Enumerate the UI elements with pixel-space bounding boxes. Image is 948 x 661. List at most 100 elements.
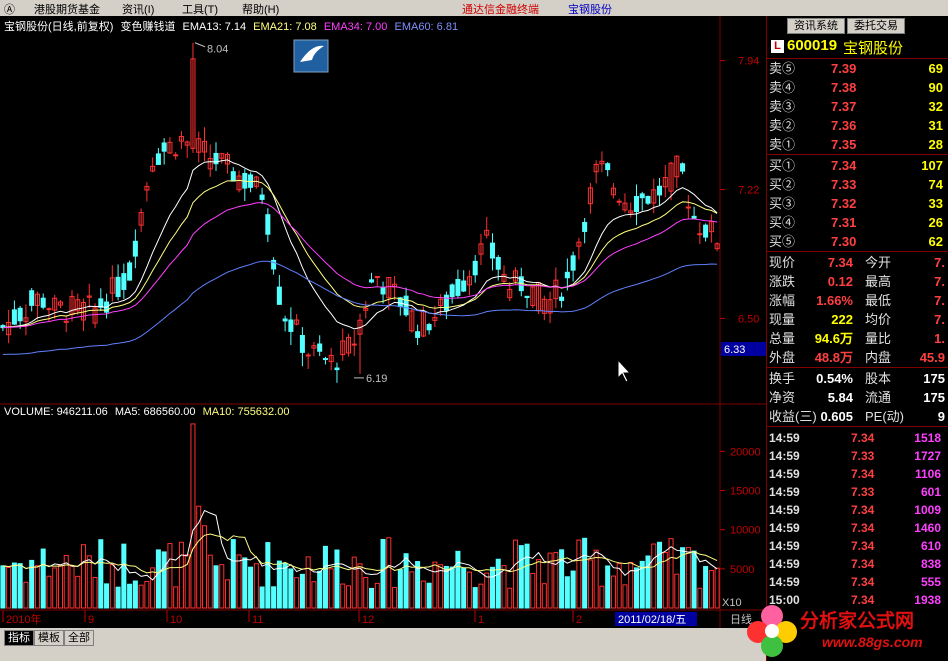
candle-body: [265, 214, 271, 235]
stat-row: 现价 7.34 今开 7.: [769, 255, 945, 270]
watermark-title: 分析家公式网: [800, 611, 915, 632]
volume-bar: [213, 565, 219, 609]
ema34-label: EMA34: 7.00: [323, 21, 388, 33]
volume-header: VOLUME: 946211.06 MA5: 686560.00 MA10: 7…: [4, 406, 293, 418]
candle-body: [380, 287, 386, 295]
candle-body: [697, 233, 703, 236]
tick-row: 14:59 7.34 1009: [769, 503, 941, 517]
volume-bar: [69, 565, 75, 609]
tab-template[interactable]: 模板: [34, 630, 64, 646]
flower-logo-icon: [747, 605, 797, 657]
ma10-label: MA10: 755632.00: [202, 406, 290, 418]
low-annotation: 6.19: [366, 373, 387, 385]
stat-row: 现量 222 均价 7.: [769, 312, 945, 327]
volume-bar: [317, 570, 323, 609]
menu-item-tools[interactable]: 工具(T): [182, 1, 218, 17]
volume-bar: [449, 566, 455, 609]
volume-bar: [23, 581, 29, 609]
volume-bar: [311, 581, 317, 609]
trade-button[interactable]: 委托交易: [847, 18, 905, 34]
tab-indicator[interactable]: 指标: [4, 630, 34, 646]
volume-bar: [507, 587, 513, 609]
bid-row: 买② 7.33 74: [769, 177, 943, 192]
candle-body: [127, 262, 133, 281]
menu-item-help[interactable]: 帮助(H): [242, 1, 279, 17]
stat-row: 换手 0.54% 股本 175: [769, 371, 945, 386]
price-axis-label: 6.50: [738, 313, 759, 325]
date-axis-label: 2: [576, 614, 582, 626]
volume-bar: [651, 543, 657, 609]
volume-bar: [489, 566, 495, 609]
volume-bar: [397, 569, 403, 609]
menu-icon[interactable]: Ⓐ: [4, 1, 15, 17]
volume-bar: [121, 543, 127, 609]
volume-bar: [657, 541, 663, 609]
candle-body: [703, 224, 709, 238]
volume-bar: [322, 545, 328, 609]
volume-bar: [167, 543, 173, 609]
volume-bar: [0, 565, 6, 609]
volume-bar: [357, 563, 363, 609]
status-bar: [0, 646, 766, 661]
ema21-label: EMA21: 7.08: [253, 21, 317, 33]
chart-area[interactable]: 8.04 6.19 7.94 7.22 6.50 6.33 20000 15000 10000 5…: [0, 16, 766, 628]
tick-row: 14:59 7.34 555: [769, 575, 941, 589]
tick-row: 14:59 7.34 1460: [769, 521, 941, 535]
volume-bar: [265, 542, 271, 609]
candle-body: [524, 295, 530, 298]
stat-row: 外盘 48.8万 内盘 45.9: [769, 350, 945, 365]
menu-item-futures[interactable]: 港股期货基金: [34, 1, 100, 17]
tick-row: 14:59 7.34 1106: [769, 467, 941, 481]
tick-row: 14:59 7.34 610: [769, 539, 941, 553]
date-axis-label: 1: [478, 614, 484, 626]
volume-bar: [57, 564, 63, 609]
volume-bar: [345, 585, 351, 609]
volume-bar: [714, 567, 720, 609]
volume-bar: [587, 559, 593, 609]
candle-body: [351, 343, 357, 346]
volume-bar: [184, 554, 190, 609]
bottom-tab-bar: 指标 模板 全部: [0, 628, 766, 646]
tab-all[interactable]: 全部: [64, 630, 94, 646]
candle-body: [657, 185, 663, 196]
volume-bar: [668, 538, 674, 609]
candle-body: [605, 163, 611, 171]
stat-row: 净资 5.84 流通 175: [769, 390, 945, 405]
volume-bar: [432, 561, 438, 609]
candle-body: [230, 171, 236, 182]
tick-row: 14:59 7.34 1518: [769, 431, 941, 445]
candle-body: [564, 271, 570, 279]
volume-bar: [570, 570, 576, 609]
volume-bar: [328, 568, 334, 609]
candle-body: [173, 154, 179, 157]
volume-bar: [708, 570, 714, 609]
volume-bar: [294, 577, 300, 609]
volume-bar: [633, 567, 639, 609]
mouse-cursor-icon: [617, 358, 632, 383]
info-system-button[interactable]: 资讯系统: [787, 18, 845, 34]
volume-bar: [409, 571, 415, 609]
volume-bar: [155, 549, 161, 609]
volume-bar: [622, 584, 628, 609]
volume-bar: [530, 572, 536, 609]
menu-bar: Ⓐ 港股期货基金 资讯(I) 工具(T) 帮助(H) 通达信金融终端 宝钢股份: [0, 0, 948, 16]
volume-bar: [173, 586, 179, 609]
date-axis-label: 11: [252, 614, 263, 626]
volume-bar: [282, 562, 288, 609]
menu-item-info[interactable]: 资讯(I): [122, 1, 154, 17]
ask-row: 卖③ 7.37 32: [769, 99, 943, 114]
candle-body: [472, 260, 478, 276]
stock-code: 600019: [787, 37, 838, 54]
high-marker: [194, 42, 206, 48]
volume-bar: [253, 563, 259, 609]
volume-bar: [697, 587, 703, 609]
volume-bar: [104, 583, 110, 609]
candlestick-chart[interactable]: 8.04 6.19 7.94 7.22 6.50 6.33 20000 15000 10000 5…: [0, 16, 766, 628]
volume-bar: [109, 564, 115, 609]
ma5-label: MA5: 686560.00: [114, 406, 196, 418]
candle-body: [155, 153, 161, 165]
volume-bar: [132, 580, 138, 609]
tick-row: 14:59 7.33 1727: [769, 449, 941, 463]
volume-bar: [420, 580, 426, 609]
candle-body: [317, 343, 323, 352]
